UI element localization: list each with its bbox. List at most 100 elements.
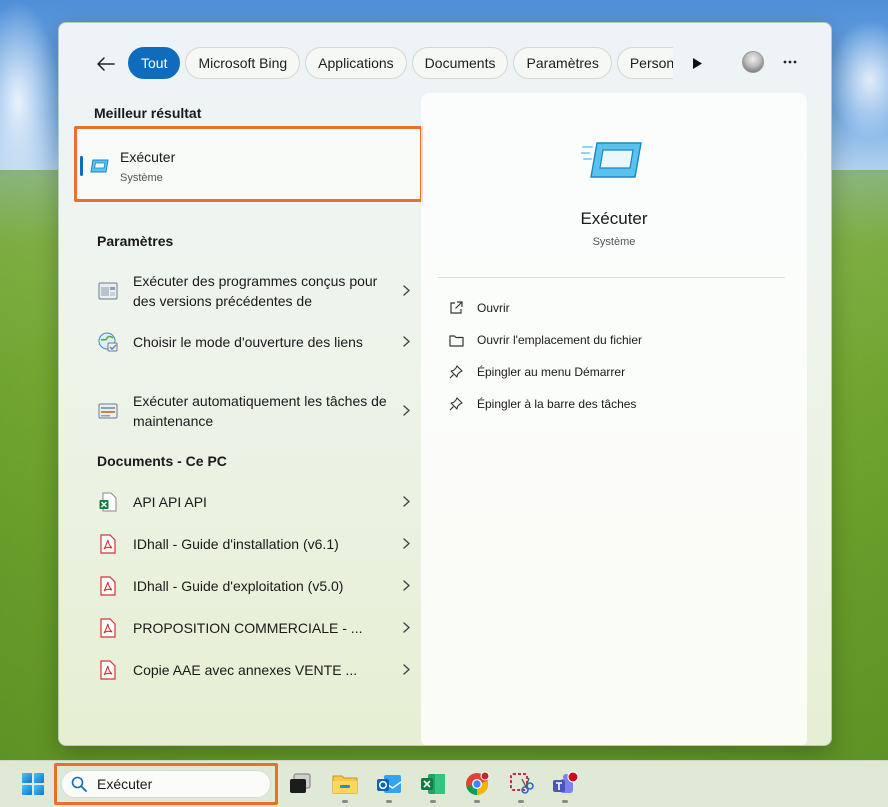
task-view-button[interactable] (285, 769, 315, 799)
running-indicator (342, 800, 348, 803)
settings-item-label: Exécuter des programmes conçus pour des … (133, 273, 378, 309)
divider (437, 277, 785, 278)
snipping-tool-button[interactable] (506, 769, 536, 803)
excel-file-icon (97, 491, 119, 513)
document-label: IDhall - Guide d'exploitation (v5.0) (133, 578, 344, 594)
document-item[interactable]: IDhall - Guide d'installation (v6.1) (93, 533, 413, 555)
excel-button[interactable] (418, 769, 448, 803)
more-options-button[interactable] (779, 49, 801, 75)
teams-button[interactable] (550, 769, 580, 803)
selection-indicator (80, 156, 83, 176)
snipping-tool-icon (510, 773, 534, 794)
best-result-title: Exécuter (120, 149, 176, 165)
settings-item-label: Exécuter automatiquement les tâches de m… (133, 393, 387, 429)
document-label: IDhall - Guide d'installation (v6.1) (133, 536, 339, 552)
taskbar-search-input[interactable]: Exécuter (61, 770, 271, 798)
action-pin-start[interactable]: Épingler au menu Démarrer (447, 361, 625, 383)
action-open[interactable]: Ouvrir (447, 297, 510, 319)
chrome-icon (466, 771, 490, 795)
action-label: Épingler à la barre des tâches (477, 397, 637, 411)
start-button[interactable] (22, 773, 44, 795)
settings-item-links[interactable]: Choisir le mode d'ouverture des liens (93, 331, 413, 353)
document-label: PROPOSITION COMMERCIALE - ... (133, 620, 363, 636)
chevron-right-icon (399, 283, 413, 299)
teams-icon (553, 771, 579, 793)
windows-logo-tile (22, 785, 32, 795)
chevron-right-icon (399, 620, 413, 636)
settings-item-maintenance[interactable]: Exécuter automatiquement les tâches de m… (93, 391, 413, 431)
maintenance-icon (97, 400, 119, 422)
play-right-icon (692, 57, 702, 69)
chevron-right-icon (399, 578, 413, 594)
settings-item-compat[interactable]: Exécuter des programmes conçus pour des … (93, 271, 413, 311)
outlook-icon (377, 775, 402, 793)
file-explorer-button[interactable] (330, 769, 360, 803)
pin-icon (447, 363, 465, 381)
windows-logo-tile (34, 785, 44, 795)
back-button[interactable] (93, 51, 119, 77)
section-best-result: Meilleur résultat (94, 105, 202, 121)
ellipsis-icon (783, 60, 797, 64)
best-result-highlight: Exécuter Système (74, 126, 423, 202)
chevron-right-icon (399, 494, 413, 510)
section-documents: Documents - Ce PC (97, 453, 227, 469)
pin-icon (447, 395, 465, 413)
start-search-panel: Tout Microsoft Bing Applications Documen… (58, 22, 832, 746)
pdf-file-icon (97, 659, 119, 681)
running-indicator (562, 800, 568, 803)
search-value: Exécuter (97, 776, 153, 792)
best-result-subtitle: Système (120, 172, 163, 184)
chevron-right-icon (399, 334, 413, 350)
wallpaper-cloud (828, 20, 888, 140)
taskbar: Exécuter (0, 760, 888, 807)
document-label: API API API (133, 494, 207, 510)
document-item[interactable]: API API API (93, 491, 413, 513)
default-apps-icon (97, 331, 119, 353)
chips-scroll-right-button[interactable] (689, 53, 705, 73)
filter-chips: Tout Microsoft Bing Applications Documen… (128, 47, 673, 79)
excel-icon (421, 774, 445, 794)
best-result-item[interactable]: Exécuter Système (80, 132, 417, 196)
action-label: Épingler au menu Démarrer (477, 365, 626, 379)
chip-documents[interactable]: Documents (411, 47, 509, 79)
windows-logo-tile (34, 773, 44, 783)
running-indicator (430, 800, 436, 803)
section-settings: Paramètres (97, 233, 174, 249)
user-avatar[interactable] (742, 51, 764, 73)
chip-tout[interactable]: Tout (128, 47, 181, 79)
preview-subtitle: Système (592, 236, 636, 248)
result-preview-pane: Exécuter Système Ouvrir Ouvrir l'emplace… (421, 93, 807, 745)
chip-personnes[interactable]: Personnes (616, 47, 673, 79)
chevron-right-icon (399, 403, 413, 419)
chip-microsoft-bing[interactable]: Microsoft Bing (185, 47, 301, 79)
run-dialog-icon (90, 157, 110, 180)
chip-parametres[interactable]: Paramètres (513, 47, 612, 79)
chip-applications[interactable]: Applications (305, 47, 407, 79)
open-icon (447, 299, 465, 317)
document-label: Copie AAE avec annexes VENTE ... (133, 662, 358, 678)
pdf-file-icon (97, 533, 119, 555)
settings-item-label: Choisir le mode d'ouverture des liens (133, 334, 363, 350)
document-item[interactable]: PROPOSITION COMMERCIALE - ... (93, 617, 413, 639)
chrome-button[interactable] (462, 769, 492, 803)
action-open-file-location[interactable]: Ouvrir l'emplacement du fichier (447, 329, 642, 351)
preview-title: Exécuter (580, 209, 648, 228)
action-pin-taskbar[interactable]: Épingler à la barre des tâches (447, 393, 636, 415)
pdf-file-icon (97, 617, 119, 639)
running-indicator (518, 800, 524, 803)
taskbar-search-highlight: Exécuter (54, 763, 278, 805)
compat-settings-icon (97, 280, 119, 302)
file-explorer-icon (332, 775, 358, 794)
outlook-button[interactable] (374, 769, 404, 803)
arrow-left-icon (97, 57, 115, 71)
windows-logo-tile (22, 773, 32, 783)
document-item[interactable]: IDhall - Guide d'exploitation (v5.0) (93, 575, 413, 597)
chevron-right-icon (399, 662, 413, 678)
document-item[interactable]: Copie AAE avec annexes VENTE ... (93, 659, 413, 681)
search-filter-bar: Tout Microsoft Bing Applications Documen… (59, 23, 831, 101)
pdf-file-icon (97, 575, 119, 597)
running-indicator (474, 800, 480, 803)
chevron-right-icon (399, 536, 413, 552)
running-indicator (386, 800, 392, 803)
action-label: Ouvrir (477, 301, 510, 315)
